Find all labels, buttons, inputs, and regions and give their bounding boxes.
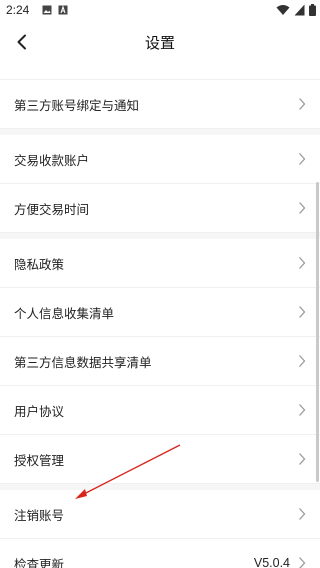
settings-row-trade-time[interactable]: 方便交易时间 bbox=[0, 184, 320, 233]
chevron-right-icon bbox=[299, 404, 306, 416]
settings-row-check-update[interactable]: 检查更新 V5.0.4 bbox=[0, 539, 320, 568]
settings-row-partial[interactable] bbox=[0, 62, 320, 80]
settings-row-third-party-binding[interactable]: 第三方账号绑定与通知 bbox=[0, 80, 320, 129]
page-title: 设置 bbox=[144, 34, 175, 52]
settings-row-label: 授权管理 bbox=[14, 452, 65, 468]
chevron-right-icon bbox=[299, 257, 306, 269]
top-navigation-bar: 设置 bbox=[0, 22, 320, 62]
settings-row-label: 个人信息收集清单 bbox=[14, 305, 115, 321]
settings-row-label: 第三方账号绑定与通知 bbox=[14, 97, 140, 113]
settings-row-cancel-account[interactable]: 注销账号 bbox=[0, 490, 320, 539]
battery-icon bbox=[309, 4, 316, 16]
settings-row-label: 交易收款账户 bbox=[14, 152, 90, 168]
image-notification-icon bbox=[42, 5, 52, 15]
system-status-icons bbox=[276, 4, 316, 16]
settings-row-authorization[interactable]: 授权管理 bbox=[0, 435, 320, 484]
scrollbar[interactable] bbox=[316, 182, 319, 482]
status-time: 2:24 bbox=[6, 3, 30, 17]
settings-row-label: 注销账号 bbox=[14, 507, 65, 523]
chevron-right-icon bbox=[299, 508, 306, 520]
settings-list[interactable]: 第三方账号绑定与通知 交易收款账户 方便交易时间 隐私政策 个人信息收集清单 第… bbox=[0, 62, 320, 568]
chevron-right-icon bbox=[299, 453, 306, 465]
status-bar: 2:24 bbox=[0, 0, 320, 22]
chevron-right-icon bbox=[299, 153, 306, 165]
settings-row-label: 用户协议 bbox=[14, 403, 65, 419]
chevron-right-icon bbox=[299, 98, 306, 110]
app-notification-icon bbox=[58, 5, 68, 15]
settings-row-user-agreement[interactable]: 用户协议 bbox=[0, 386, 320, 435]
chevron-right-icon bbox=[299, 202, 306, 214]
chevron-right-icon bbox=[299, 355, 306, 367]
settings-row-trade-account[interactable]: 交易收款账户 bbox=[0, 135, 320, 184]
wifi-icon bbox=[276, 5, 290, 15]
chevron-right-icon bbox=[299, 306, 306, 318]
settings-row-personal-info-list[interactable]: 个人信息收集清单 bbox=[0, 288, 320, 337]
settings-row-label: 第三方信息数据共享清单 bbox=[14, 354, 152, 370]
settings-row-privacy-policy[interactable]: 隐私政策 bbox=[0, 239, 320, 288]
settings-row-label: 检查更新 bbox=[14, 556, 65, 568]
settings-row-label: 方便交易时间 bbox=[14, 201, 90, 217]
chevron-right-icon bbox=[299, 557, 306, 568]
settings-row-label: 隐私政策 bbox=[14, 256, 65, 272]
settings-row-third-party-share[interactable]: 第三方信息数据共享清单 bbox=[0, 337, 320, 386]
signal-icon bbox=[294, 4, 305, 16]
app-version-value: V5.0.4 bbox=[253, 556, 290, 568]
